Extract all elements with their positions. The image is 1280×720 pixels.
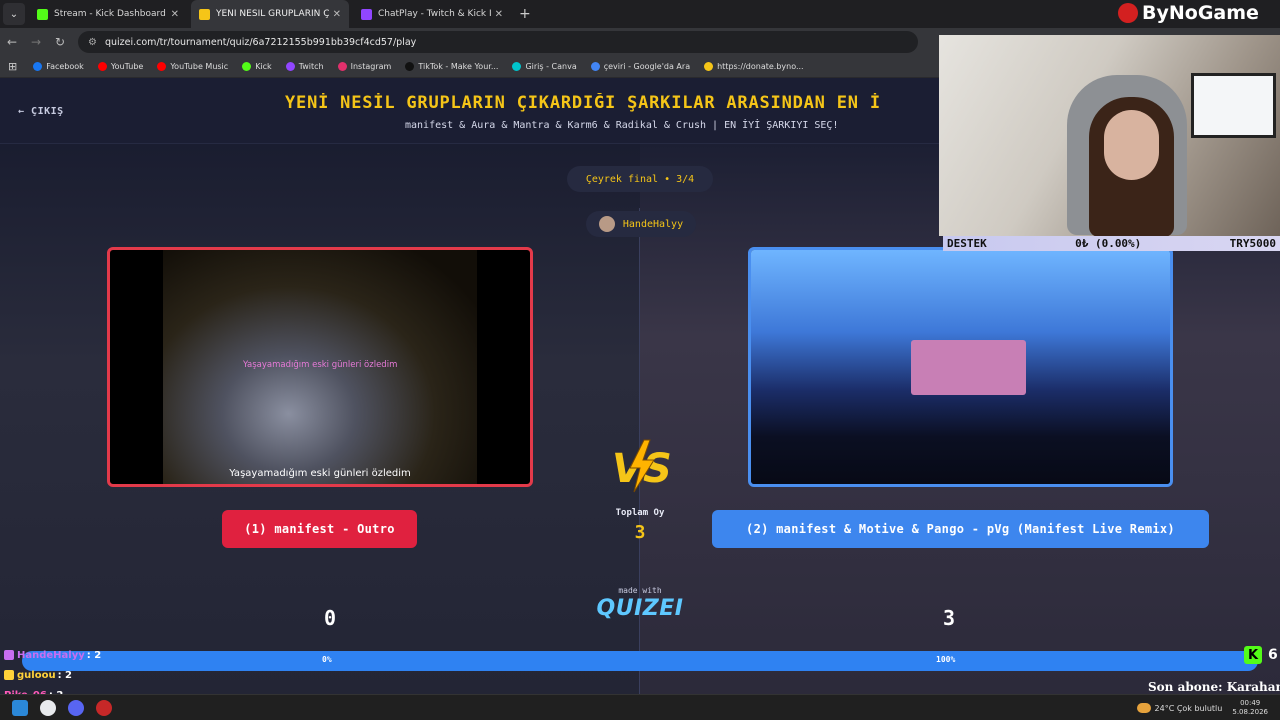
- url-text: quizei.com/tr/tournament/quiz/6a7212155b…: [104, 36, 417, 48]
- bookmark-twitch[interactable]: Twitch: [285, 62, 324, 71]
- facebook-icon: [33, 62, 43, 71]
- choice-right-button[interactable]: (2) manifest & Motive & Pango - pVg (Man…: [712, 510, 1209, 548]
- total-votes-label: Toplam Oy: [615, 508, 665, 518]
- streamer-face: [1104, 110, 1159, 180]
- youtube-icon: [97, 62, 107, 71]
- stage-boombox: [911, 340, 1026, 395]
- discord-icon[interactable]: [68, 699, 84, 716]
- webcam-feed: [939, 35, 1280, 236]
- bynogame-mark-icon: [1118, 3, 1138, 23]
- clock[interactable]: 00:49 5.08.2026: [1232, 699, 1268, 717]
- tab-chatplay[interactable]: ChatPlay - Twitch & Kick İzleyic ✕: [353, 0, 511, 28]
- left-score: 0: [323, 606, 337, 630]
- choice-left-button[interactable]: (1) manifest - Outro: [222, 510, 417, 548]
- google-icon: [590, 62, 600, 71]
- bookmark-youtube-music[interactable]: YouTube Music: [157, 62, 228, 71]
- badge-icon: [4, 670, 14, 680]
- left-video-player[interactable]: Yaşayamadığım eski günleri özledim Yaşay…: [107, 247, 533, 487]
- vote-progress-bar: 0% 100%: [22, 651, 1258, 671]
- reload-icon[interactable]: ↻: [48, 35, 72, 49]
- bookmark-kick[interactable]: Kick: [242, 62, 272, 71]
- badge-icon: [4, 650, 14, 660]
- made-with-label: made with: [618, 586, 662, 595]
- close-icon[interactable]: ✕: [495, 9, 503, 20]
- youtube-music-icon: [157, 62, 167, 71]
- vs-icon: VS: [612, 439, 672, 493]
- video-overlay-caption: Yaşayamadığım eski günleri özledim: [243, 360, 398, 370]
- donate-icon: [704, 62, 714, 71]
- bookmark-instagram[interactable]: Instagram: [337, 62, 391, 71]
- right-video-player[interactable]: [748, 247, 1173, 487]
- weather-icon: [1136, 703, 1151, 713]
- right-percent: 100%: [936, 655, 956, 664]
- tab-search-icon[interactable]: ⌄: [3, 3, 25, 25]
- back-arrow-icon: ←: [18, 106, 32, 117]
- quizei-logo: QUIZEI: [596, 596, 684, 621]
- site-settings-icon[interactable]: ⚙: [88, 37, 97, 48]
- twitch-icon: [285, 62, 295, 71]
- kick-icon: K: [1244, 646, 1262, 664]
- forward-arrow-icon[interactable]: →: [24, 35, 48, 49]
- bynogame-logo: ByNoGame: [1118, 0, 1259, 26]
- bookmark-google-translate[interactable]: çeviri - Google'da Ara: [590, 62, 690, 71]
- obs-icon[interactable]: [96, 699, 112, 716]
- exit-button[interactable]: ← ÇIKIŞ: [18, 106, 64, 117]
- windows-start-icon[interactable]: [12, 699, 28, 716]
- chatplay-icon: [361, 8, 372, 20]
- video-subtitle: Yaşayamadığım eski günleri özledim: [229, 468, 411, 479]
- close-icon[interactable]: ✕: [333, 9, 341, 20]
- player-badge: HandeHalyy: [586, 211, 696, 237]
- last-subscriber: Son abone: Karahanli: [1148, 680, 1280, 694]
- bookmark-canva[interactable]: Giriş - Canva: [512, 62, 577, 71]
- kick-icon: [37, 8, 48, 20]
- bookmark-youtube[interactable]: YouTube: [97, 62, 143, 71]
- chat-vote-item: guloou : 2: [4, 665, 101, 685]
- tab-quizei[interactable]: YENİ NESİL GRUPLARIN ÇIKARD ✕: [191, 0, 349, 28]
- instagram-icon: [337, 62, 347, 71]
- chrome-icon[interactable]: [40, 699, 56, 716]
- close-icon[interactable]: ✕: [171, 9, 179, 20]
- address-bar[interactable]: ⚙ quizei.com/tr/tournament/quiz/6a721215…: [78, 31, 918, 53]
- system-tray: 24°C Çok bulutlu 00:49 5.08.2026: [1136, 699, 1268, 717]
- left-percent: 0%: [322, 655, 332, 664]
- new-tab-icon[interactable]: +: [519, 6, 531, 22]
- right-score: 3: [942, 606, 956, 630]
- total-votes-value: 3: [634, 522, 646, 543]
- bookmark-facebook[interactable]: Facebook: [33, 62, 84, 71]
- chat-vote-item: HandeHalyy : 2: [4, 645, 101, 665]
- quizei-icon: [199, 8, 210, 20]
- kick-icon: [242, 62, 252, 71]
- avatar: [598, 216, 615, 232]
- bookmark-tiktok[interactable]: TikTok - Make Your...: [405, 62, 498, 71]
- canva-icon: [512, 62, 522, 71]
- bookmark-donate[interactable]: https://donate.byno...: [704, 62, 804, 71]
- quiz-subtitle: manifest & Aura & Mantra & Karm6 & Radik…: [405, 120, 839, 131]
- back-arrow-icon[interactable]: ←: [0, 35, 24, 49]
- apps-grid-icon[interactable]: ⊞: [8, 60, 17, 73]
- windows-taskbar: 24°C Çok bulutlu 00:49 5.08.2026: [0, 694, 1280, 720]
- tiktok-icon: [405, 62, 415, 71]
- kick-viewer-count: K 6: [1244, 646, 1278, 664]
- quiz-title: YENİ NESİL GRUPLARIN ÇIKARDIĞI ŞARKILAR …: [285, 93, 881, 113]
- browser-tab-bar: ⌄ Stream - Kick Dashboard ✕ YENİ NESİL G…: [0, 0, 1280, 28]
- tab-kick-dashboard[interactable]: Stream - Kick Dashboard ✕: [29, 0, 187, 28]
- background-monitor: [1191, 73, 1276, 138]
- round-badge: Çeyrek final • 3/4: [567, 166, 713, 192]
- donation-goal-bar: DESTEK 0₺ (0.00%) TRY5000: [943, 236, 1280, 251]
